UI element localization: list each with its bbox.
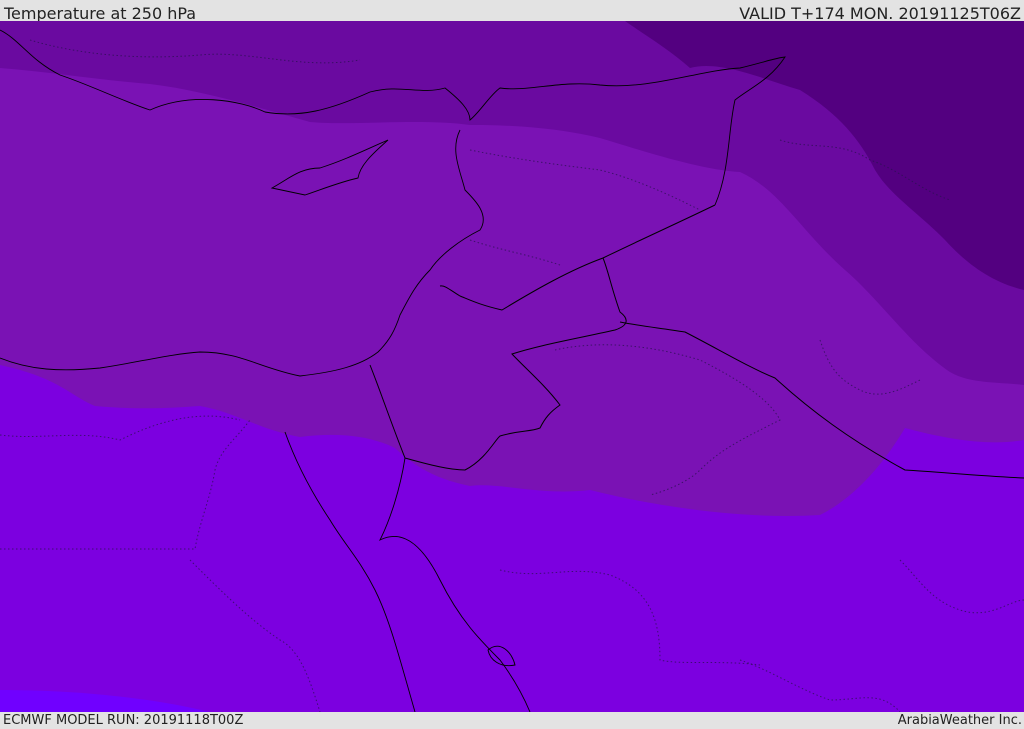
model-run: ECMWF MODEL RUN: 20191118T00Z xyxy=(3,713,244,728)
header-bar: Temperature at 250 hPa VALID T+174 MON. … xyxy=(0,0,1024,23)
footer-bar: ECMWF MODEL RUN: 20191118T00Z ArabiaWeat… xyxy=(0,712,1024,729)
credit: ArabiaWeather Inc. xyxy=(897,713,1022,728)
weather-map[interactable] xyxy=(0,21,1024,712)
map-canvas xyxy=(0,21,1024,712)
